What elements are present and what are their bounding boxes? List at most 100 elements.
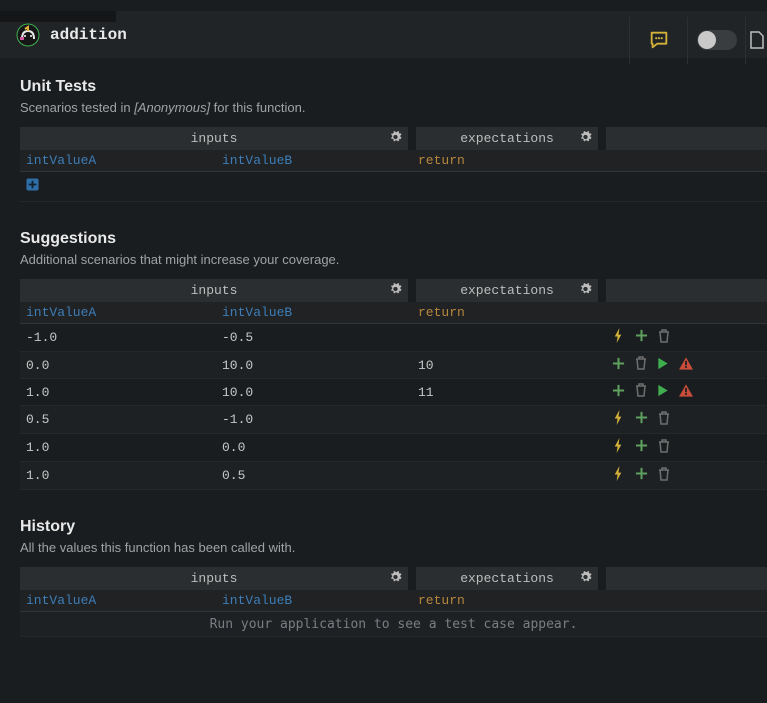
col-intvaluea: intValueA	[20, 590, 216, 612]
header-inputs: inputs	[20, 279, 412, 302]
delete-suggestion-button[interactable]	[658, 467, 670, 485]
bolt-icon	[612, 470, 625, 485]
table-row: 1.00.5	[20, 462, 767, 490]
add-suggestion-button[interactable]	[635, 329, 648, 346]
table-row: 1.010.011	[20, 379, 767, 406]
add-suggestion-button[interactable]	[635, 439, 648, 456]
cell-actions	[602, 434, 767, 462]
add-suggestion-button[interactable]	[635, 411, 648, 428]
run-suggestion-button[interactable]	[612, 466, 625, 485]
cell-return[interactable]	[412, 434, 602, 462]
section-title: Suggestions	[20, 230, 767, 248]
cell-intvalueb[interactable]: 10.0	[216, 352, 412, 379]
header-inputs-label: inputs	[191, 131, 238, 146]
gear-icon[interactable]	[579, 570, 592, 587]
cell-intvaluea[interactable]: 1.0	[20, 379, 216, 406]
header-inputs-label: inputs	[191, 571, 238, 586]
cell-intvalueb[interactable]: -1.0	[216, 406, 412, 434]
unit-tests-table: inputs expectations intValueA intValueB …	[20, 127, 767, 202]
trash-icon	[635, 359, 647, 374]
delete-suggestion-button[interactable]	[658, 411, 670, 429]
cell-return[interactable]	[412, 462, 602, 490]
add-suggestion-button[interactable]	[612, 357, 625, 374]
bolt-icon	[612, 442, 625, 457]
cell-intvalueb[interactable]: 0.0	[216, 434, 412, 462]
cell-actions	[602, 379, 767, 406]
gear-icon[interactable]	[389, 130, 402, 147]
cell-intvaluea[interactable]: 0.5	[20, 406, 216, 434]
gear-icon[interactable]	[389, 282, 402, 299]
section-subtitle: Additional scenarios that might increase…	[20, 252, 767, 267]
trash-icon	[658, 414, 670, 429]
col-intvaluea: intValueA	[20, 302, 216, 324]
toggle-track	[697, 30, 737, 50]
warn-icon	[679, 359, 693, 374]
run-suggestion-button[interactable]	[612, 410, 625, 429]
cell-return[interactable]: 11	[412, 379, 602, 406]
cell-intvalueb[interactable]: -0.5	[216, 324, 412, 352]
subtitle-post: for this function.	[210, 100, 305, 115]
header-inputs: inputs	[20, 127, 412, 150]
cell-intvaluea[interactable]: 1.0	[20, 462, 216, 490]
gear-icon[interactable]	[579, 130, 592, 147]
empty-state-row: Run your application to see a test case …	[20, 612, 767, 637]
gear-icon[interactable]	[579, 282, 592, 299]
header-actions	[602, 127, 767, 150]
run-suggestion-button[interactable]	[612, 438, 625, 457]
add-suggestion-button[interactable]	[612, 384, 625, 401]
main-content: Unit Tests Scenarios tested in [Anonymou…	[0, 58, 767, 637]
delete-suggestion-button[interactable]	[635, 383, 647, 401]
bolt-icon	[612, 414, 625, 429]
header-expectations-label: expectations	[460, 283, 554, 298]
overflow-button[interactable]	[745, 17, 767, 64]
header-actions	[602, 567, 767, 590]
section-suggestions: Suggestions Additional scenarios that mi…	[20, 230, 767, 490]
delete-suggestion-button[interactable]	[658, 439, 670, 457]
add-icon	[612, 386, 625, 401]
cell-intvaluea[interactable]: -1.0	[20, 324, 216, 352]
add-suggestion-button[interactable]	[635, 467, 648, 484]
header-actions	[602, 279, 767, 302]
run-suggestion-button[interactable]	[612, 328, 625, 347]
add-row[interactable]	[20, 172, 767, 202]
delete-suggestion-button[interactable]	[658, 329, 670, 347]
cell-return[interactable]	[412, 406, 602, 434]
play-suggestion-button[interactable]	[657, 357, 669, 374]
cell-actions	[602, 462, 767, 490]
header-expectations: expectations	[412, 127, 602, 150]
cell-return[interactable]: 10	[412, 352, 602, 379]
warn-icon	[679, 386, 693, 401]
col-return: return	[412, 590, 602, 612]
play-suggestion-button[interactable]	[657, 384, 669, 401]
delete-suggestion-button[interactable]	[635, 356, 647, 374]
warning-badge	[679, 384, 693, 401]
cell-intvalueb[interactable]: 0.5	[216, 462, 412, 490]
add-icon	[612, 359, 625, 374]
theme-toggle[interactable]	[687, 17, 745, 64]
subtitle-em: [Anonymous]	[134, 100, 210, 115]
bolt-icon	[612, 332, 625, 347]
cell-return[interactable]	[412, 324, 602, 352]
cell-intvaluea[interactable]: 0.0	[20, 352, 216, 379]
play-icon	[657, 386, 669, 401]
page-icon	[750, 31, 764, 49]
cell-intvaluea[interactable]: 1.0	[20, 434, 216, 462]
feedback-button[interactable]	[629, 17, 687, 64]
warning-badge	[679, 357, 693, 374]
suggestions-table: inputs expectations intValueA intValueB …	[20, 279, 767, 490]
col-blank	[602, 590, 767, 612]
function-name: addition	[50, 26, 127, 44]
add-icon	[635, 413, 648, 428]
col-return: return	[412, 150, 602, 172]
add-icon	[635, 331, 648, 346]
add-icon	[635, 469, 648, 484]
cell-actions	[602, 352, 767, 379]
section-history: History All the values this function has…	[20, 518, 767, 637]
col-blank	[602, 150, 767, 172]
section-title: Unit Tests	[20, 78, 767, 96]
header-inputs: inputs	[20, 567, 412, 590]
add-icon	[635, 441, 648, 456]
gear-icon[interactable]	[389, 570, 402, 587]
cell-intvalueb[interactable]: 10.0	[216, 379, 412, 406]
toolbar-right	[629, 22, 767, 58]
